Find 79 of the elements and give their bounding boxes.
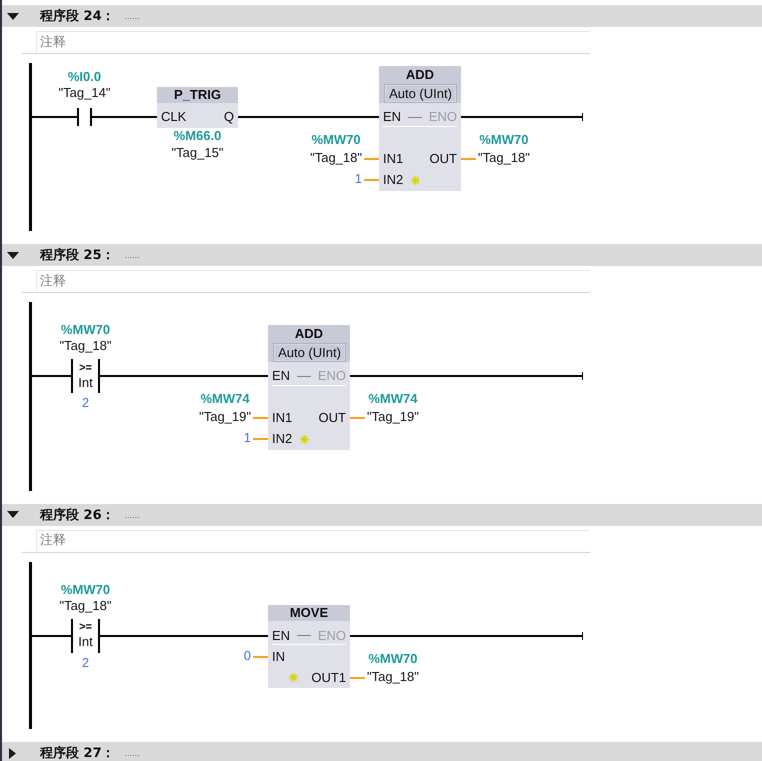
constant-value: 2 [82,395,90,411]
pin-label: EN [272,628,290,644]
network-title: 程序段 27： [40,744,115,761]
title-field[interactable]: ...... [124,248,149,262]
comment-field[interactable]: 注释 [36,270,590,291]
pin-label: OUT [430,151,457,167]
pin-label: Q [224,109,234,125]
rung-end-mark [582,632,583,640]
operand-address: %MW70 [60,322,110,338]
operand-wire [350,417,365,419]
operand-wire [364,158,379,160]
pin-label: IN2 [272,431,292,447]
instruction-name: ADD [294,326,324,342]
data-type-field[interactable]: Auto (UInt) [384,84,457,102]
instruction-name: MOVE [290,605,328,621]
operand-wire [253,656,268,658]
operand-wire [350,676,365,678]
caret-down-icon[interactable] [7,511,19,518]
instruction-name: ADD [406,66,434,82]
compare-operator: >= [79,362,92,374]
network-title: 程序段 25： [40,246,115,264]
eno-bypass-line [408,116,422,118]
operand-tag: "Tag_18" [478,150,530,166]
pin-label: IN2 [383,172,404,188]
pin-label: ENO [318,368,346,384]
operand-tag: "Tag_15" [172,145,224,161]
pin-label: IN1 [383,151,404,167]
title-field[interactable]: ...... [124,9,149,23]
data-type-field[interactable]: Auto (UInt) [273,342,346,362]
title-field[interactable]: ...... [124,508,149,522]
pin-label: EN [272,368,290,384]
operand-address: %M66.0 [174,128,222,144]
constant-value: 1 [354,171,362,187]
operand-tag: "Tag_19" [367,409,419,425]
pin-label: IN1 [272,410,292,426]
operand-address: %MW70 [479,132,528,148]
title-field[interactable]: ...... [124,746,149,760]
comment-field[interactable]: 注释 [36,530,590,550]
operand-tag: "Tag_14" [58,85,110,101]
operand-wire [364,179,379,181]
constant-value: 1 [244,430,251,446]
pin-label: OUT1 [311,670,346,686]
operand-wire [253,417,268,419]
compare-type: Int [78,634,93,650]
pin-label: EN [383,109,402,125]
operand-address: %MW70 [60,582,110,598]
operand-tag: "Tag_18" [60,338,112,354]
caret-right-icon[interactable] [9,748,16,758]
caret-down-icon[interactable] [7,12,19,20]
compare-type: Int [78,374,93,390]
pin-label: OUT [318,410,346,426]
operand-address: %MW70 [368,650,418,666]
operand-tag: "Tag_19" [199,409,251,425]
instruction-name: P_TRIG [174,86,221,102]
operand-address: %MW74 [200,391,250,407]
operand-address: %MW70 [311,132,361,148]
comment-field[interactable]: 注释 [36,31,590,52]
network-title: 程序段 24： [40,8,115,25]
pin-label: ENO [428,109,457,125]
operand-tag: "Tag_18" [367,668,419,684]
operand-address: %I0.0 [68,69,102,85]
pin-label: ENO [318,628,346,644]
operand-wire [253,438,268,440]
compare-operator: >= [79,621,92,634]
pin-label: IN [272,648,285,664]
eno-bypass-line [297,635,311,636]
pin-label: CLK [161,109,186,125]
network-title: 程序段 26： [40,506,115,524]
caret-down-icon[interactable] [7,252,19,258]
operand-tag: "Tag_18" [310,150,362,166]
operand-address: %MW74 [368,391,418,407]
rung-wire [92,116,157,118]
operand-wire [461,158,476,160]
rung-end-mark [582,113,583,121]
operand-tag: "Tag_18" [60,598,112,614]
rung-end-mark [582,372,583,380]
constant-value: 0 [244,648,251,664]
constant-value: 2 [82,654,90,670]
rung-wire [32,116,77,118]
